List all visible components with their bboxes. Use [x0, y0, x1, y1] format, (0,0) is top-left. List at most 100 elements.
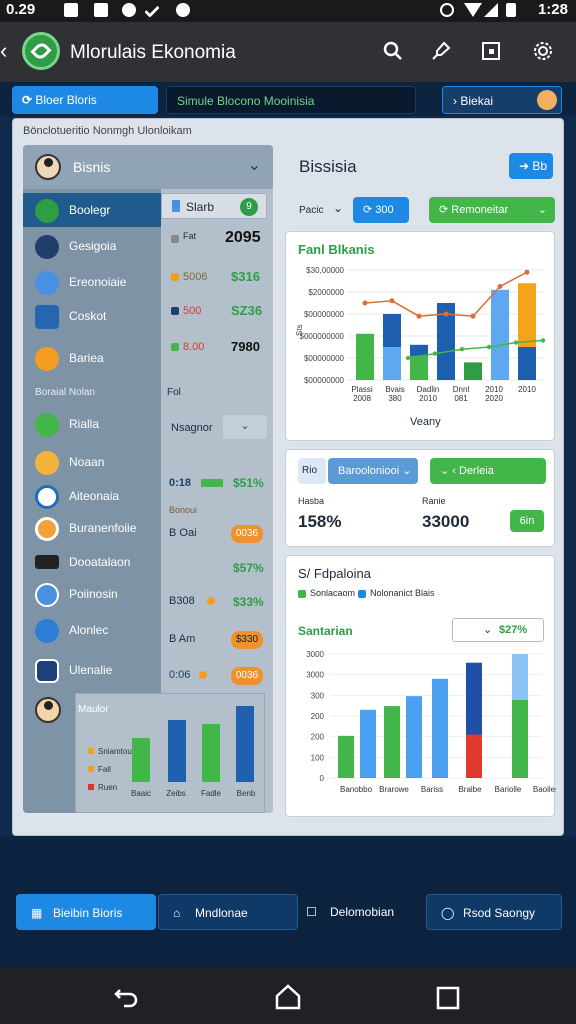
chart1-point — [470, 313, 476, 319]
card-icon — [35, 555, 59, 569]
sidebar: Bisnis ⌄ Boolegr Gesigoia Ereonoiaie Cos… — [23, 145, 273, 813]
filter-dropdown-button[interactable]: ⟳ Remoneitar ⌄ — [429, 197, 555, 223]
system-home-icon[interactable] — [274, 984, 302, 1010]
stat3-badge[interactable]: 6in — [510, 510, 544, 532]
sidebar-item-boolegr[interactable]: Boolegr — [23, 193, 161, 227]
chart2-y-tick: 200 — [311, 733, 325, 742]
sidebar-item-ereonoiaie[interactable]: Ereonoiaie — [23, 265, 161, 299]
rio-button[interactable]: Rio — [298, 458, 326, 484]
system-recents-icon[interactable] — [436, 986, 460, 1010]
chart1-x-tick: Dnnl — [453, 385, 470, 394]
chevron-down-icon[interactable]: ⌄ — [223, 415, 267, 439]
sidebar-item-ulenalie[interactable]: Ulenalie — [23, 653, 161, 687]
chart1-y-tick: $2000000 — [308, 288, 344, 297]
sidebar-item-rialla[interactable]: Rialla — [23, 407, 161, 441]
right-strip-button[interactable]: › Biekai — [442, 86, 562, 114]
column-header[interactable]: Slarb 9 — [161, 193, 267, 219]
chart2-svg: 3000 3000 300 200 200 100 0 Banobbo Brarowe Baris… — [306, 650, 556, 794]
sidebar-item-noaan[interactable]: Noaan — [23, 445, 161, 479]
mail-icon — [64, 3, 78, 17]
chart1-point — [389, 298, 395, 304]
chevron-down-icon[interactable]: ⌄ — [333, 201, 343, 215]
system-nav-bar — [0, 968, 576, 1024]
sidebar-header[interactable]: Bisnis ⌄ — [23, 145, 273, 189]
gear-icon[interactable] — [532, 40, 554, 62]
pin-icon[interactable] — [430, 40, 452, 62]
row-label: 0:06 — [169, 669, 191, 681]
sidebar-item-coskot[interactable]: Coskot — [23, 299, 161, 333]
row-bar — [201, 479, 223, 487]
logo-icon — [22, 32, 60, 70]
sidebar-item-poiinosin[interactable]: Poiinosin — [23, 577, 161, 611]
sidebar-item-label: Boolegr — [69, 203, 111, 217]
window-icon[interactable] — [480, 40, 502, 62]
derleia-button[interactable]: ⌄ ‹ Derleia — [430, 458, 546, 484]
refresh-icon: ⟳ — [439, 204, 452, 216]
chart1-svg: $30,00000 $2000000 $00000000 $000000000 $000… — [295, 266, 546, 403]
stats-card: Rio Barooloniooi ⌄ ⌄ ‹ Derleia Hasba 158… — [285, 449, 555, 547]
value-row: Fat 2095 — [161, 227, 273, 261]
left-strip-button[interactable]: ⟳ Bloer Bloris — [12, 86, 158, 114]
bottom-nav-third[interactable]: ☐ Delomobian — [300, 894, 420, 930]
grid-icon — [35, 413, 59, 437]
search-icon[interactable] — [382, 40, 404, 62]
mini-x-tick: Baaic — [131, 789, 151, 798]
phone-icon — [35, 659, 59, 683]
chart2-x-tick: Bralbe — [458, 785, 482, 794]
bottom-nav-second[interactable]: ⌂ Mndlonae — [158, 894, 298, 930]
sidebar-item-alonlec[interactable]: Alonlec — [23, 613, 161, 647]
stat1-value: 158% — [298, 512, 342, 531]
value-row: 0:18 $51% — [161, 469, 273, 503]
row-dot — [199, 671, 207, 679]
refresh-icon: ⟳ — [22, 93, 36, 107]
sidebar-item-label: Poiinosin — [69, 587, 118, 601]
row-label: B308 — [169, 595, 195, 607]
barooloniooi-button[interactable]: Barooloniooi ⌄ — [328, 458, 418, 484]
sidebar-item-bariea[interactable]: Bariea — [23, 341, 161, 375]
check-icon — [144, 2, 160, 18]
nsagnor-select[interactable]: Nsagnor ⌄ — [167, 415, 267, 441]
filter-value-button[interactable]: ⟳ 300 — [353, 197, 409, 223]
row-value: $33% — [233, 595, 264, 609]
chart2-bar — [406, 696, 422, 778]
value-row: $57% — [161, 553, 273, 587]
chart1-x-tick: 2020 — [485, 394, 503, 403]
row-badge: 0036 — [231, 525, 263, 543]
chart-card-1: Fanl Blkanis $30,00000 $2000000 $00000000 $… — [285, 231, 555, 441]
chart1-bar — [491, 289, 509, 380]
chart2-y-tick: 300 — [311, 691, 325, 700]
sidebar-item-label: Aiteonaia — [69, 489, 120, 503]
chart1-y-tick: $00000000 — [304, 354, 345, 363]
back-icon[interactable]: ‹ — [0, 38, 7, 64]
stat1-label: Hasba — [298, 496, 325, 506]
mini-x-tick: Zeibs — [166, 789, 186, 798]
select-value: Nsagnor — [171, 422, 213, 434]
sidebar-item-label: Bariea — [69, 351, 104, 365]
top-strip: ⟳ Bloer Bloris Simule Blocono Mooinisia … — [0, 82, 576, 116]
bottom-nav-fourth[interactable]: ◯ Rsod Saongy — [426, 894, 562, 930]
row-dot — [171, 307, 179, 315]
chart1-point — [524, 269, 530, 275]
row-label: 500 — [183, 305, 202, 317]
sidebar-item-gesigoia[interactable]: Gesigoia — [23, 229, 161, 263]
chart-card-2: S/ Fdpaloina Sonlacaom Nolonanict Blais … — [285, 555, 556, 817]
top-right-button[interactable]: ➜ Bb — [509, 153, 553, 179]
center-strip-field[interactable]: Simule Blocono Mooinisia — [166, 86, 416, 114]
sidebar-item-aiteonaia[interactable]: Aiteonaia — [23, 479, 161, 513]
filter-value-label: 300 — [375, 204, 394, 216]
sidebar-item-buranenfoiie[interactable]: Buranenfoiie — [23, 511, 161, 545]
column-header-label: Slarb — [186, 200, 215, 214]
chart2-y-tick: 0 — [320, 774, 325, 783]
avatar — [35, 154, 61, 180]
value-row: 5006 $316 — [161, 263, 273, 297]
chart1-x-tick: 2010 — [419, 394, 437, 403]
chevron-down-icon[interactable]: ⌄ — [248, 155, 261, 175]
chart2-y-tick: 200 — [311, 712, 325, 721]
system-back-icon[interactable] — [114, 984, 140, 1008]
value-row: B Oai 0036 — [161, 519, 273, 553]
row-label: 5006 — [183, 271, 208, 283]
bottom-nav-home[interactable]: ▦ Bieibin Bioris — [16, 894, 156, 930]
row-value: 2095 — [225, 229, 261, 246]
row-label: B Oai — [169, 527, 197, 539]
sidebar-item-dooatalaon[interactable]: Dooatalaon — [23, 545, 161, 579]
